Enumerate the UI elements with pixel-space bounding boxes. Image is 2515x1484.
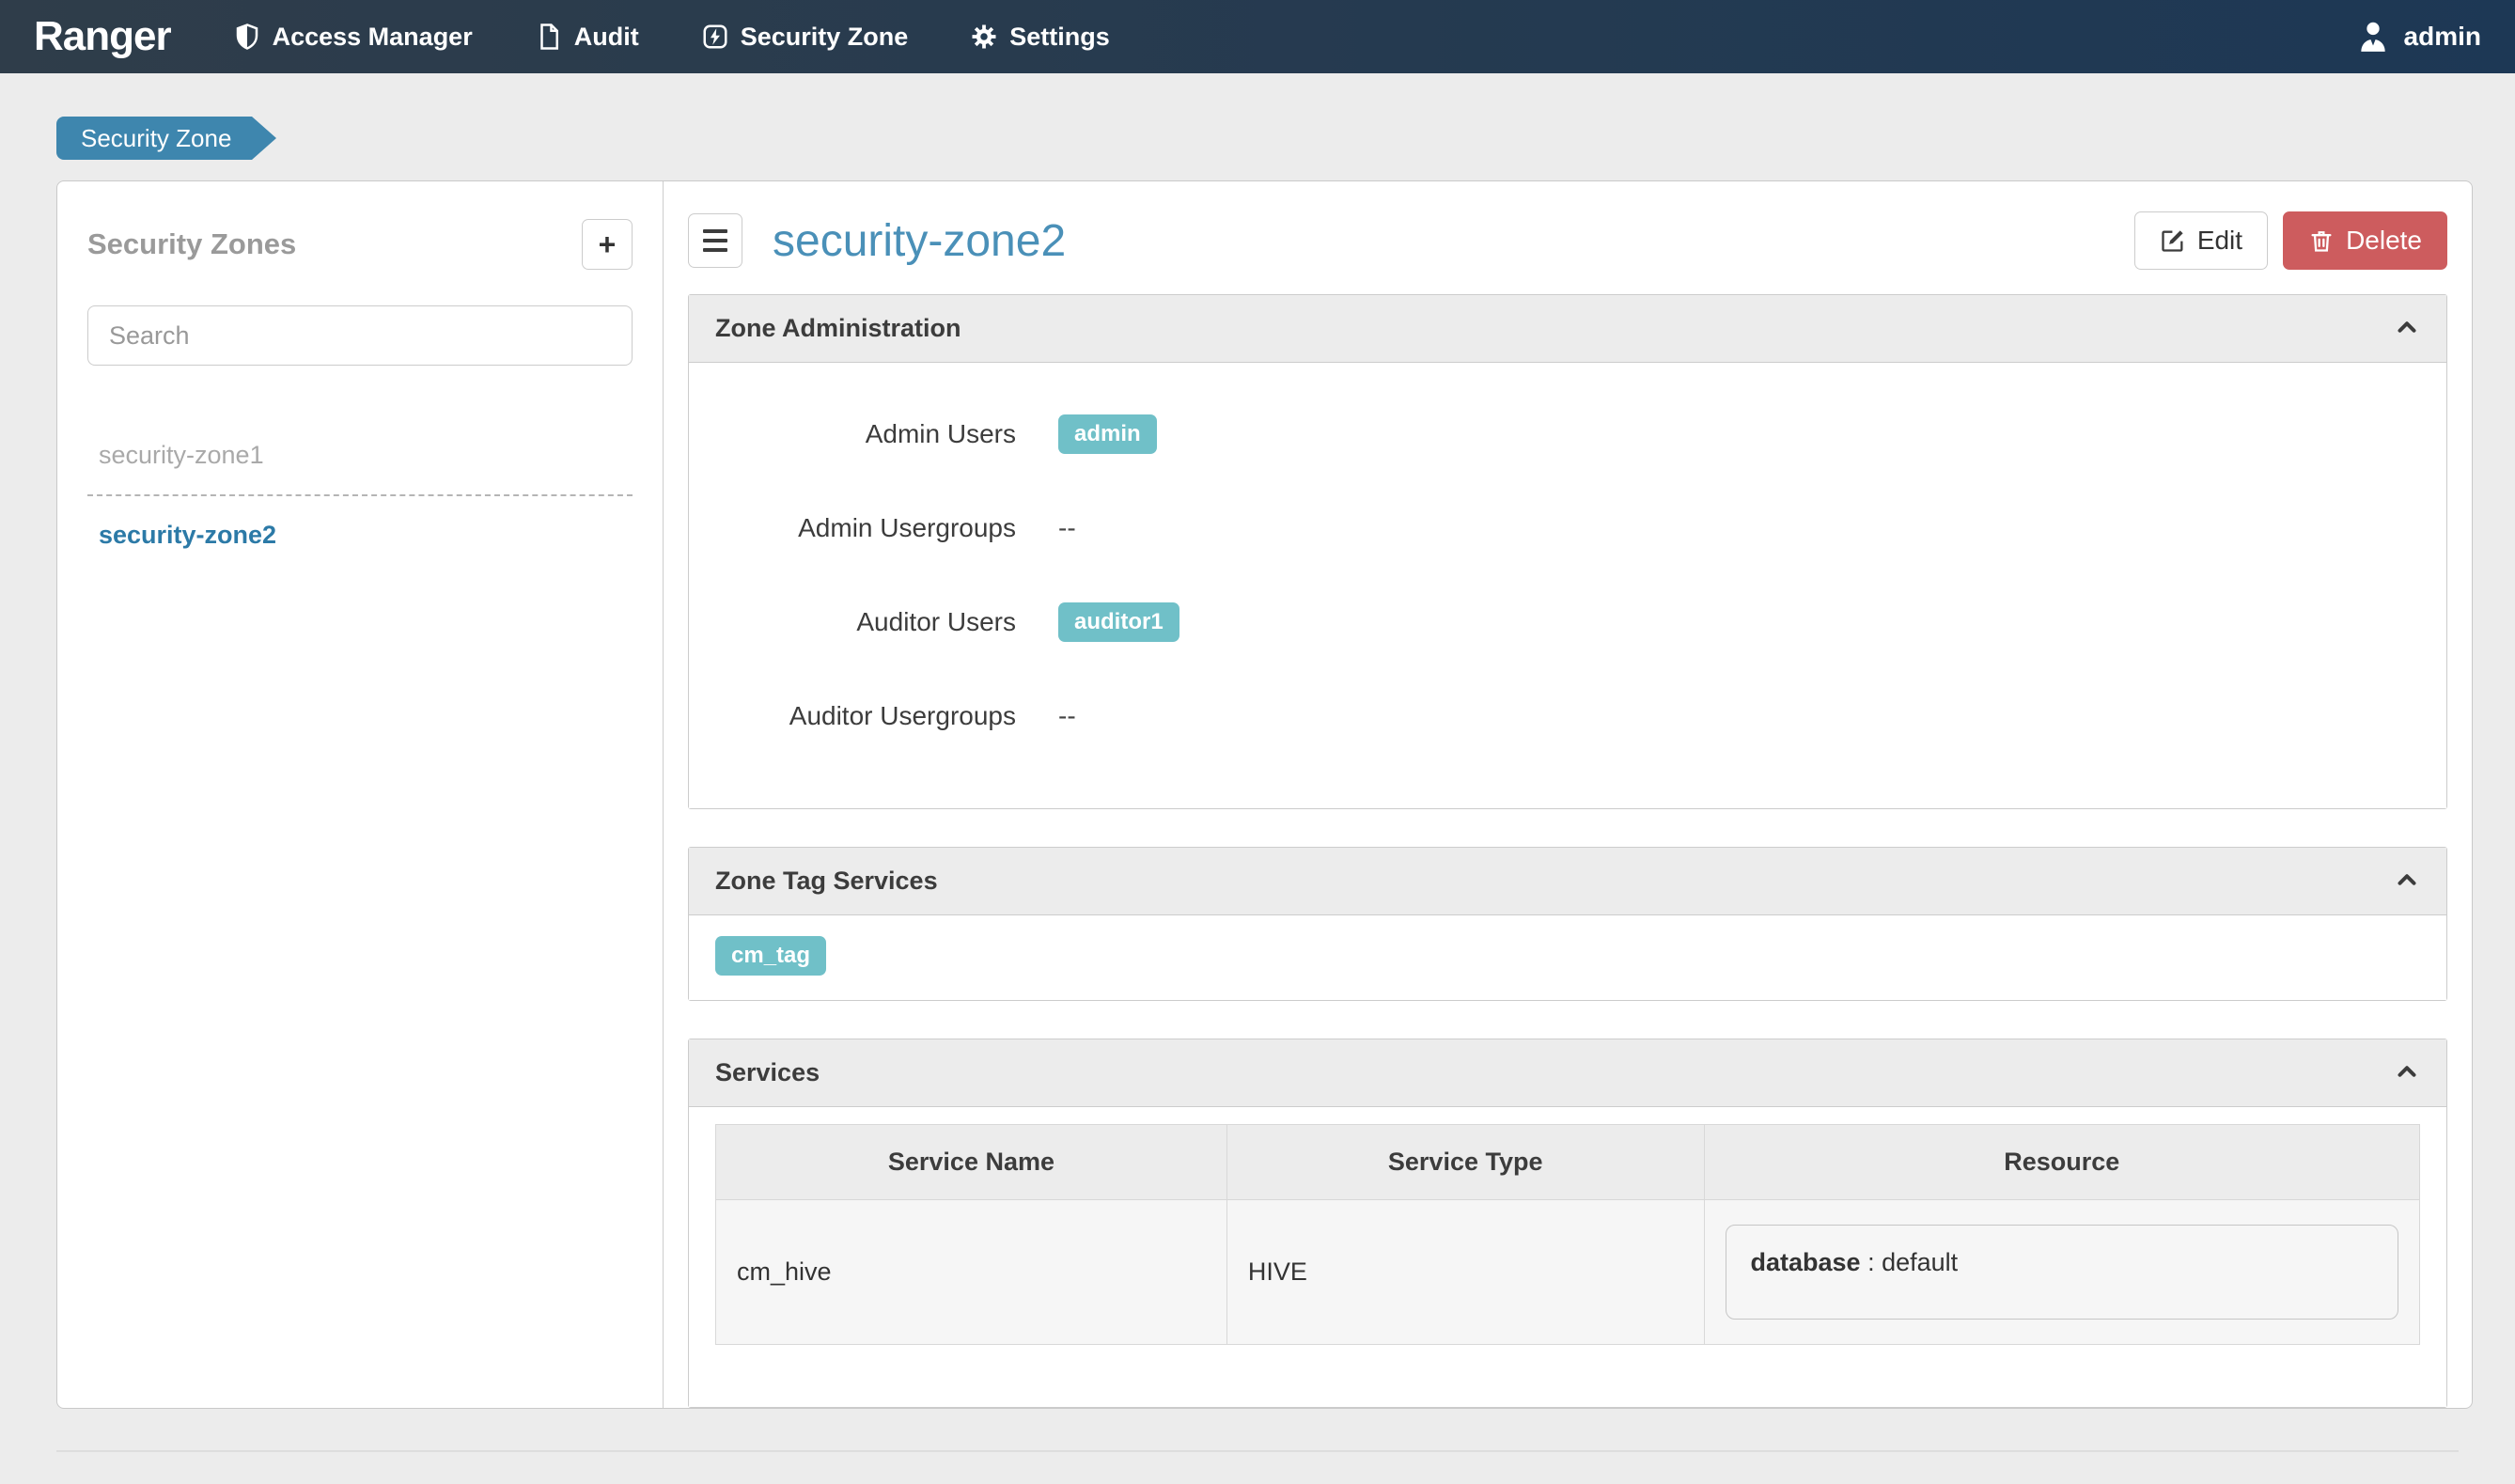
services-header: Services <box>689 1039 2446 1107</box>
column-header-service-name: Service Name <box>716 1125 1227 1200</box>
ranger-logo[interactable]: Ranger <box>34 13 171 60</box>
shield-icon <box>233 23 261 51</box>
empty-value: -- <box>1058 701 1076 731</box>
zone-list-item-security-zone1[interactable]: security-zone1 <box>87 426 633 496</box>
navbar-menu: Access Manager Audit Security Zone <box>233 23 1110 52</box>
user-icon <box>2355 19 2391 55</box>
delete-button[interactable]: Delete <box>2283 211 2447 270</box>
breadcrumb: Security Zone <box>56 117 2515 160</box>
sidebar-title: Security Zones <box>87 227 296 261</box>
top-navbar: Ranger Access Manager Audit Security Zon… <box>0 0 2515 73</box>
gear-icon <box>970 23 998 51</box>
service-name-cell: cm_hive <box>716 1200 1227 1345</box>
services-panel: Services Service Name Service Type Resou… <box>688 1039 2447 1408</box>
footer-divider <box>56 1450 2459 1484</box>
services-table: Service Name Service Type Resource cm_hi… <box>715 1124 2420 1345</box>
user-menu[interactable]: admin <box>2355 19 2481 55</box>
nav-item-label: Audit <box>574 23 639 52</box>
auditor-usergroups-row: Auditor Usergroups -- <box>689 669 2446 763</box>
chevron-up-icon <box>2393 1057 2421 1088</box>
auditor-users-row: Auditor Users auditor1 <box>689 575 2446 669</box>
panel-title: Zone Tag Services <box>715 867 938 895</box>
field-label: Admin Users <box>689 419 1016 449</box>
zone-list-item-security-zone2[interactable]: security-zone2 <box>87 506 633 565</box>
zone-administration-panel: Zone Administration Admin Users admin Ad… <box>688 294 2447 809</box>
resource-separator: : <box>1861 1248 1882 1276</box>
field-label: Admin Usergroups <box>689 513 1016 543</box>
panel-title: Services <box>715 1058 820 1086</box>
panel-title: Zone Administration <box>715 314 961 342</box>
zone-detail-main: security-zone2 Edit Delete Zo <box>664 181 2472 1408</box>
zone-tag-services-header: Zone Tag Services <box>689 848 2446 915</box>
nav-item-settings[interactable]: Settings <box>970 23 1110 52</box>
file-icon <box>535 23 563 51</box>
empty-value: -- <box>1058 513 1076 543</box>
auditor-user-badge: auditor1 <box>1058 602 1179 642</box>
field-label: Auditor Usergroups <box>689 701 1016 731</box>
resource-key: database <box>1751 1248 1861 1276</box>
admin-user-badge: admin <box>1058 414 1157 454</box>
zone-search-input[interactable] <box>87 305 633 366</box>
admin-usergroups-row: Admin Usergroups -- <box>689 481 2446 575</box>
nav-item-label: Access Manager <box>273 23 473 52</box>
collapse-zone-administration-button[interactable] <box>2390 312 2424 346</box>
breadcrumb-security-zone[interactable]: Security Zone <box>56 117 252 160</box>
field-label: Auditor Users <box>689 607 1016 637</box>
collapse-services-button[interactable] <box>2390 1056 2424 1090</box>
hamburger-icon <box>703 229 727 233</box>
content-card: Security Zones + security-zone1 security… <box>56 180 2473 1409</box>
user-name: admin <box>2404 22 2481 52</box>
collapse-zone-tag-services-button[interactable] <box>2390 865 2424 898</box>
nav-item-label: Settings <box>1009 23 1110 52</box>
chevron-up-icon <box>2393 313 2421 344</box>
add-zone-button[interactable]: + <box>582 219 633 270</box>
hamburger-menu-button[interactable] <box>688 213 742 268</box>
chevron-up-icon <box>2393 866 2421 897</box>
column-header-resource: Resource <box>1704 1125 2419 1200</box>
nav-item-access-manager[interactable]: Access Manager <box>233 23 473 52</box>
delete-button-label: Delete <box>2346 226 2422 256</box>
security-zones-sidebar: Security Zones + security-zone1 security… <box>57 181 664 1408</box>
nav-item-audit[interactable]: Audit <box>535 23 639 52</box>
service-type-cell: HIVE <box>1226 1200 1704 1345</box>
edit-button-label: Edit <box>2197 226 2242 256</box>
page-title: security-zone2 <box>773 215 1066 267</box>
zone-tag-services-panel: Zone Tag Services cm_tag <box>688 847 2447 1001</box>
admin-users-row: Admin Users admin <box>689 387 2446 481</box>
resource-box: database : default <box>1726 1225 2398 1320</box>
trash-icon <box>2308 227 2335 254</box>
zone-list: security-zone1 security-zone2 <box>87 426 633 565</box>
zone-administration-header: Zone Administration <box>689 295 2446 363</box>
edit-button[interactable]: Edit <box>2134 211 2268 270</box>
column-header-service-type: Service Type <box>1226 1125 1704 1200</box>
resource-cell: database : default <box>1704 1200 2419 1345</box>
nav-item-label: Security Zone <box>741 23 909 52</box>
bolt-icon <box>701 23 729 51</box>
nav-item-security-zone[interactable]: Security Zone <box>701 23 909 52</box>
edit-icon <box>2160 227 2186 254</box>
tag-service-badge: cm_tag <box>715 936 826 976</box>
table-row: cm_hive HIVE database : default <box>716 1200 2420 1345</box>
resource-value: default <box>1882 1248 1958 1276</box>
